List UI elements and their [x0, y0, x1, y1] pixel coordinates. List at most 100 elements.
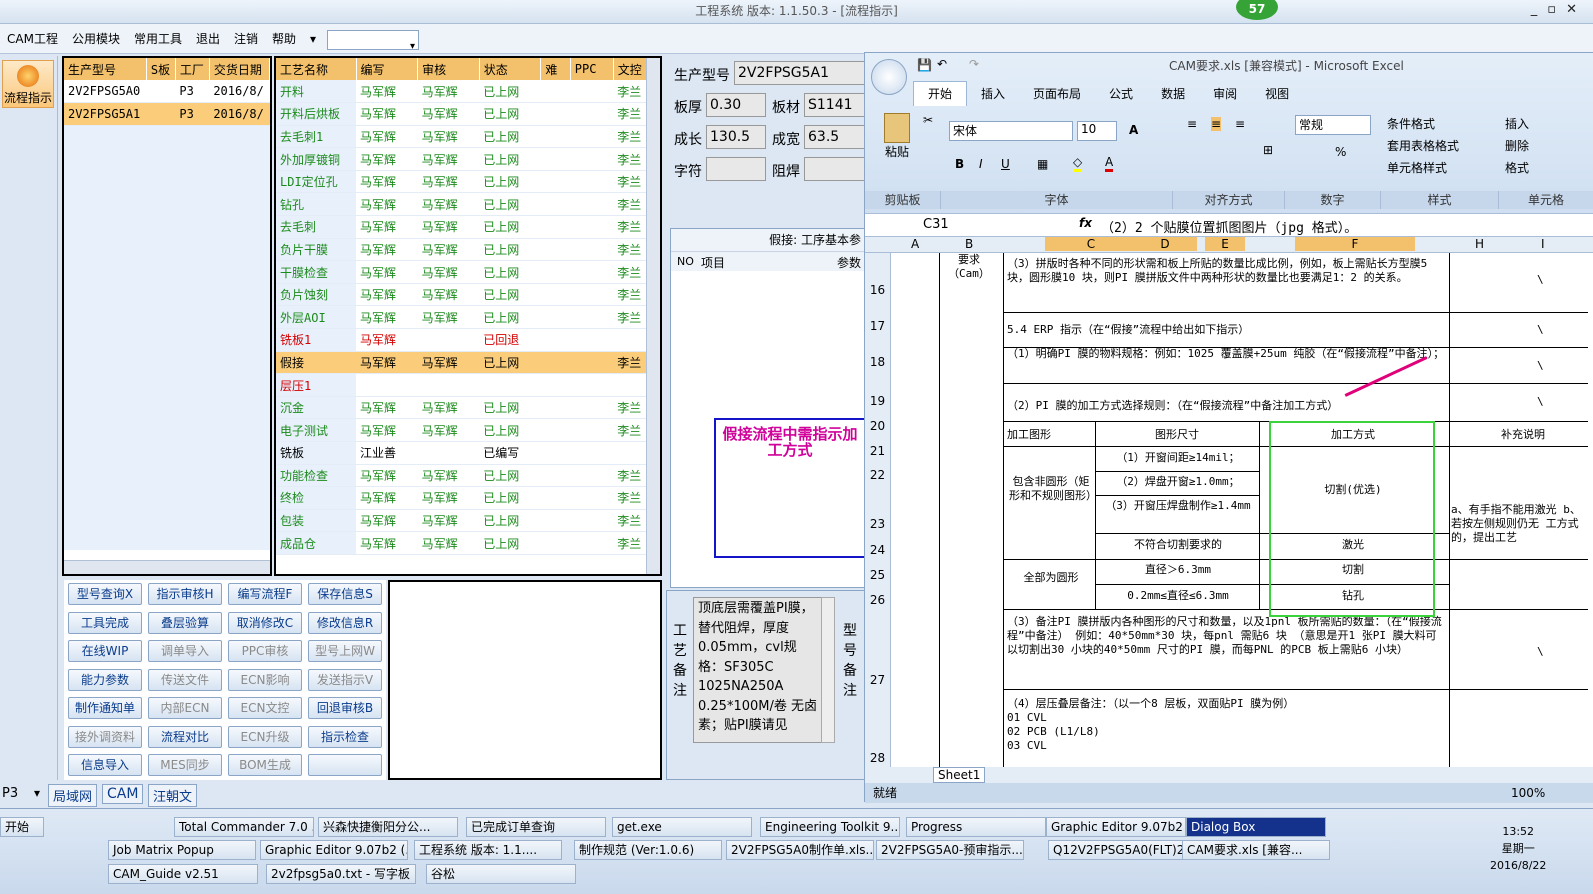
- font-name-combo[interactable]: 宋体: [949, 121, 1073, 141]
- delete-button[interactable]: 删除: [1505, 135, 1529, 157]
- table-row[interactable]: 干膜检查 马军辉 马军辉 已上网 李兰: [276, 260, 660, 284]
- undo-icon[interactable]: ↶: [937, 57, 947, 71]
- table-row[interactable]: 负片蚀刻 马军辉 马军辉 已上网 李兰: [276, 283, 660, 307]
- menu-public[interactable]: 公用模块: [65, 24, 127, 54]
- thick-field[interactable]: 0.30: [706, 93, 766, 117]
- sheet-cell[interactable]: \: [1537, 645, 1557, 661]
- window-controls[interactable]: _▫✕: [1531, 2, 1587, 17]
- flow-button[interactable]: 流程指示: [2, 60, 54, 108]
- taskbar-item[interactable]: get.exe: [612, 817, 752, 837]
- action-button[interactable]: 接外调资料: [68, 725, 142, 748]
- taskbar-item[interactable]: 制作规范 (Ver:1.0.6): [574, 840, 722, 860]
- sheet-cell[interactable]: 5.4 ERP 指示（在“假接”流程中给出如下指示）: [1007, 323, 1437, 339]
- col-s[interactable]: S板: [146, 58, 176, 80]
- status-cam[interactable]: CAM: [102, 784, 144, 804]
- sheet-cell[interactable]: 直径＞6.3mm: [1099, 563, 1257, 579]
- chevron-down-icon[interactable]: ▾: [34, 786, 40, 800]
- format-button[interactable]: 格式: [1505, 157, 1529, 179]
- taskbar-item[interactable]: 2V2FPSG5A0-预审指示...: [876, 840, 1024, 860]
- table-row[interactable]: 外加厚镀铜 马军辉 马军辉 已上网 李兰: [276, 147, 660, 171]
- sheet-cell[interactable]: \: [1537, 323, 1557, 339]
- menu-logout[interactable]: 注销: [227, 24, 265, 54]
- table-row[interactable]: 去毛刺 马军辉 马军辉 已上网 李兰: [276, 215, 660, 239]
- tab-formula[interactable]: 公式: [1095, 82, 1147, 106]
- table-row[interactable]: LDI定位孔 马军辉 马军辉 已上网 李兰: [276, 170, 660, 194]
- taskbar-item[interactable]: 已完成订单查询: [466, 817, 606, 837]
- action-button[interactable]: 制作通知单: [68, 697, 142, 719]
- menu-cam[interactable]: CAM工程: [0, 24, 65, 54]
- action-button[interactable]: MES同步: [148, 754, 222, 776]
- name-box[interactable]: C31: [923, 217, 949, 232]
- tab-layout[interactable]: 页面布局: [1019, 82, 1095, 106]
- sheet-cell[interactable]: （3）开窗压焊盘制作≥1.4mm: [1099, 499, 1257, 531]
- sheet-cell[interactable]: a、有手指不能用激光 b、若按左侧规则仍无 工方式的，提出工艺: [1451, 503, 1591, 547]
- table-row[interactable]: 沉金 马军辉 马军辉 已上网 李兰: [276, 396, 660, 420]
- conditional-format-button[interactable]: 条件格式: [1387, 113, 1459, 135]
- col-factory[interactable]: 工厂: [175, 58, 210, 80]
- sheet-cell[interactable]: （2）PI 膜的加工方式选择规则：（在“假接流程”中备注加工方式）: [1007, 399, 1447, 415]
- zoom-level[interactable]: 100%: [1511, 783, 1545, 803]
- row-header[interactable]: 26: [865, 584, 891, 609]
- redo-icon[interactable]: ↷: [969, 57, 979, 71]
- row-header[interactable]: 22: [865, 460, 891, 484]
- table-row[interactable]: 终检 马军辉 马军辉 已上网 李兰: [276, 486, 660, 510]
- tab-data[interactable]: 数据: [1147, 82, 1199, 106]
- table-row[interactable]: 2V2FPSG5A1 P3 2016/8/: [64, 102, 270, 126]
- tab-review[interactable]: 审阅: [1199, 82, 1251, 106]
- table-row[interactable]: 铣板1 马军辉 已回退: [276, 328, 660, 352]
- table-row[interactable]: 功能检查 马军辉 马军辉 已上网 李兰: [276, 464, 660, 488]
- row-header[interactable]: 25: [865, 559, 891, 584]
- sheet-cell[interactable]: 补充说明: [1453, 428, 1593, 444]
- action-button[interactable]: 流程对比: [148, 725, 222, 748]
- row-header[interactable]: 19: [865, 371, 891, 410]
- table-row[interactable]: 去毛刺1 马军辉 马军辉 已上网 李兰: [276, 125, 660, 149]
- action-button[interactable]: 编写流程F: [228, 583, 302, 605]
- table-row[interactable]: 包装 马军辉 马军辉 已上网 李兰: [276, 509, 660, 533]
- percent-icon[interactable]: %: [1335, 145, 1346, 159]
- grow-font-icon[interactable]: A: [1129, 123, 1138, 137]
- action-button[interactable]: 修改信息R: [308, 611, 382, 634]
- action-button[interactable]: 保存信息S: [308, 583, 382, 605]
- action-button[interactable]: PPC审核: [228, 640, 302, 662]
- remark-text[interactable]: 顶底层需覆盖PI膜，替代阻焊，厚度0.05mm，cvl规格：SF305C 102…: [693, 597, 823, 743]
- col-status[interactable]: 状态: [479, 58, 542, 80]
- merge-icon[interactable]: ⊞: [1263, 143, 1273, 157]
- model-field[interactable]: 2V2FPSG5A1: [734, 61, 866, 85]
- taskbar-item[interactable]: Total Commander 7.0 ...: [174, 817, 314, 837]
- tab-insert[interactable]: 插入: [967, 82, 1019, 106]
- material-field[interactable]: S1141: [804, 93, 866, 117]
- bold-icon[interactable]: B: [955, 157, 964, 171]
- row-header[interactable]: 27: [865, 609, 891, 689]
- row-header[interactable]: 16: [865, 253, 891, 299]
- start-button[interactable]: 开始: [0, 817, 44, 837]
- table-row[interactable]: 开料 马军辉 马军辉 已上网 李兰: [276, 80, 660, 104]
- col-writer[interactable]: 编写: [356, 58, 419, 80]
- menu-tools[interactable]: 常用工具: [127, 24, 189, 54]
- table-row[interactable]: 假接 马军辉 马军辉 已上网 李兰: [276, 351, 660, 375]
- action-button[interactable]: 工具完成: [68, 611, 142, 634]
- v-scrollbar[interactable]: [646, 58, 660, 574]
- sheet-cell[interactable]: 全部为圆形: [1009, 571, 1093, 587]
- row-header[interactable]: 21: [865, 435, 891, 460]
- underline-icon[interactable]: U: [1001, 157, 1010, 171]
- align-center-icon[interactable]: ≡: [1211, 117, 1222, 131]
- action-button[interactable]: BOM生成: [228, 754, 302, 776]
- width-field[interactable]: 63.5: [804, 125, 866, 149]
- sheet-cell[interactable]: \: [1537, 395, 1557, 411]
- action-button[interactable]: 发送指示V: [308, 668, 382, 691]
- fx-icon[interactable]: fx: [1079, 216, 1092, 230]
- taskbar-item[interactable]: CAM_Guide v2.51: [108, 864, 258, 884]
- action-button[interactable]: ECN影响: [228, 668, 302, 691]
- action-button[interactable]: 型号查询X: [68, 583, 142, 605]
- status-lan[interactable]: 局域网: [48, 784, 98, 807]
- action-button[interactable]: 取消修改C: [228, 611, 302, 634]
- italic-icon[interactable]: I: [979, 157, 983, 171]
- sheet-cell[interactable]: 图形尺寸: [1097, 428, 1257, 444]
- fill-color-icon[interactable]: ◇: [1073, 155, 1083, 172]
- action-button[interactable]: 能力参数: [68, 668, 142, 691]
- menu-help[interactable]: 帮助: [265, 24, 303, 54]
- insert-button[interactable]: 插入: [1505, 113, 1529, 135]
- taskbar-item[interactable]: Graphic Editor 9.07b2 (...: [260, 840, 408, 860]
- table-row[interactable]: 2V2FPSG5A0 P3 2016/8/: [64, 80, 270, 104]
- action-button[interactable]: 传送文件: [148, 668, 222, 691]
